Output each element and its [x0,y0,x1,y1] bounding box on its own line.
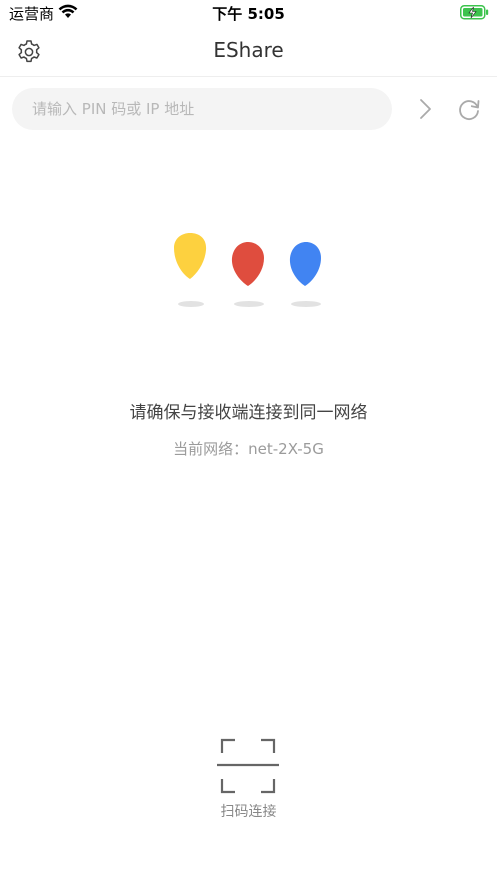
scan-frame-icon[interactable] [215,736,281,798]
blue-balloon-icon [289,242,321,286]
nav-bar: EShare [0,26,497,77]
yellow-balloon-icon [174,233,207,279]
page-title: EShare [213,38,284,62]
battery-charging-icon [460,5,489,20]
status-bar: 运营商 下午 5:05 [0,0,497,26]
network-label: 当前网络： [173,440,249,458]
refresh-icon[interactable] [456,97,482,123]
chevron-right-icon[interactable] [415,97,437,121]
scan-connect-label[interactable]: 扫码连接 [0,801,497,821]
same-network-hint: 请确保与接收端连接到同一网络 [129,403,368,423]
pin-ip-input[interactable] [12,88,392,130]
clock: 下午 5:05 [212,5,285,23]
red-balloon-icon [231,242,264,286]
network-name: net-2X-5G [248,440,324,458]
network-illustration [174,233,321,307]
current-network: 当前网络：net-2X-5G [0,438,497,459]
